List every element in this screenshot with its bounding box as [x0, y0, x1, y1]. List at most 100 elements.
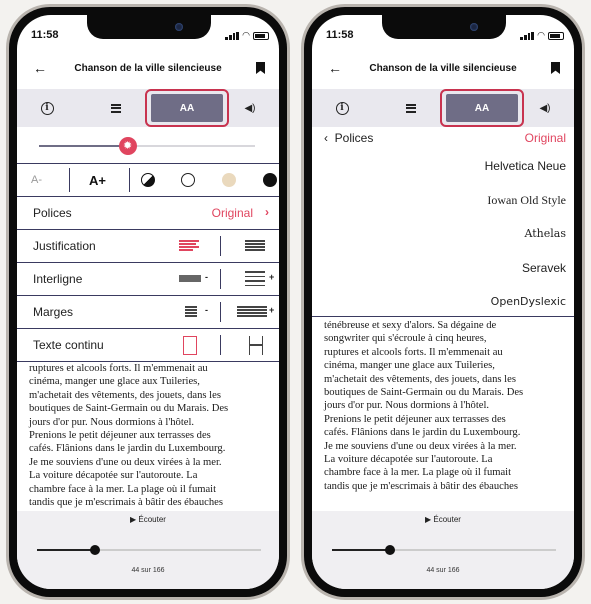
divider	[69, 168, 70, 192]
info-icon: i	[335, 101, 349, 115]
scroll-mode-icon[interactable]	[249, 336, 263, 355]
page-progress-slider[interactable]	[332, 545, 556, 555]
slider-track[interactable]	[39, 145, 255, 147]
bottom-bar: ▶ Écouter 44 sur 166	[17, 511, 279, 589]
listen-button[interactable]: ▶ Écouter	[17, 515, 279, 524]
font-option-seravek[interactable]: Seravek	[522, 261, 566, 275]
toc-button[interactable]	[101, 89, 131, 127]
margins-plus-label[interactable]: +	[269, 305, 274, 315]
text-settings-button[interactable]: AA	[446, 94, 518, 122]
progress-knob[interactable]	[385, 545, 396, 555]
divider	[220, 302, 221, 322]
progress-knob[interactable]	[90, 545, 101, 555]
listen-button[interactable]: ▶ Écouter	[312, 515, 574, 524]
brightness-sun-icon[interactable]: ✹	[118, 137, 137, 155]
theme-sepia-button[interactable]	[222, 173, 236, 187]
fonts-row[interactable]: Polices Original ›	[17, 197, 279, 230]
brightness-slider[interactable]: ✹	[17, 127, 279, 163]
info-button[interactable]: i	[322, 89, 362, 127]
reading-line: tandis que je m'escrimais à bâtir des éb…	[29, 497, 223, 509]
reading-line: cafés. Flânions dans le jardin du Luxemb…	[324, 427, 521, 439]
increase-font-button[interactable]: A+	[89, 173, 106, 188]
font-option-original[interactable]: Original	[525, 131, 566, 145]
back-arrow-icon[interactable]: ←	[328, 55, 342, 81]
justify-left-icon[interactable]	[179, 240, 199, 251]
fonts-back-button[interactable]: ‹ Polices	[324, 131, 373, 145]
back-arrow-icon[interactable]: ←	[33, 55, 47, 81]
margins-minus-label[interactable]: -	[205, 305, 208, 315]
margins-row: Marges - +	[17, 296, 279, 329]
fonts-value: Original	[211, 206, 253, 220]
speaker-icon[interactable]: ◀)	[530, 89, 560, 127]
page-count: 44 sur 166	[131, 567, 165, 574]
font-option-helvetica-neue[interactable]: Helvetica Neue	[485, 159, 566, 173]
text-settings-button[interactable]: AA	[151, 94, 223, 122]
spacing-minus-label[interactable]: -	[205, 272, 208, 282]
reading-line: chambre face à la mer. La plage où il fu…	[324, 467, 512, 479]
bottom-bar: ▶ Écouter 44 sur 166	[312, 511, 574, 589]
divider	[220, 269, 221, 289]
font-option-athelas[interactable]: Athelas	[525, 227, 567, 240]
justification-label: Justification	[33, 239, 96, 253]
reading-line: jours d'or pur. Nous dormions à l'hôtel.	[29, 416, 195, 428]
list-icon	[406, 103, 416, 113]
status-time: 11:58	[31, 29, 59, 41]
justify-full-icon[interactable]	[245, 240, 265, 251]
phone-screen: 11:58 ◠ ← Chanson de la ville silencieus…	[17, 15, 279, 589]
page-mode-icon[interactable]	[183, 336, 197, 355]
signal-icon	[520, 31, 535, 40]
reader-toolbar: i AA ◀)	[17, 89, 279, 127]
slider-fill	[39, 145, 128, 147]
info-icon: i	[40, 101, 54, 115]
reading-line: ruptures et alcools forts. Il m'emmenait…	[324, 346, 503, 358]
reading-line: tandis que je m'escrimais à bâtir des éb…	[324, 480, 518, 492]
line-spacing-label: Interligne	[33, 272, 83, 286]
theme-auto-button[interactable]	[141, 173, 155, 187]
fonts-label: Polices	[33, 206, 72, 220]
font-option-iowan-old-style[interactable]: Iowan Old Style	[487, 193, 566, 208]
fonts-panel-header: ‹ Polices Original	[312, 131, 574, 153]
list-icon	[111, 103, 121, 113]
speaker-icon[interactable]: ◀)	[235, 89, 265, 127]
reading-line: cinéma, manger une glace aux Tuileries,	[324, 360, 495, 372]
spacing-tight-icon[interactable]	[179, 275, 201, 282]
divider	[129, 168, 130, 192]
spacing-loose-icon[interactable]	[245, 271, 265, 287]
camera-icon	[470, 23, 478, 31]
margins-wide-icon[interactable]	[237, 306, 267, 317]
reader-toolbar: i AA ◀)	[312, 89, 574, 127]
reading-line: Je me souviens d'une ou deux virées à la…	[29, 456, 222, 468]
line-spacing-row: Interligne - +	[17, 263, 279, 296]
phone-bezel: 11:58 ◠ ← Chanson de la ville silencieus…	[304, 7, 582, 597]
wifi-icon: ◠	[537, 30, 545, 40]
divider	[220, 335, 221, 355]
page-count: 44 sur 166	[426, 567, 460, 574]
fonts-back-label: Polices	[334, 131, 374, 145]
theme-dark-button[interactable]	[263, 173, 277, 187]
phone-screen: 11:58 ◠ ← Chanson de la ville silencieus…	[312, 15, 574, 589]
decrease-font-button[interactable]: A-	[31, 174, 42, 186]
page-progress-slider[interactable]	[37, 545, 261, 555]
battery-icon	[548, 31, 564, 40]
notch	[87, 15, 211, 39]
reading-line: m'achetait des vêtements, des jouets, da…	[324, 373, 516, 385]
margins-narrow-icon[interactable]	[185, 306, 197, 317]
book-title: Chanson de la ville silencieuse	[74, 62, 222, 74]
toc-button[interactable]	[396, 89, 426, 127]
reading-line: jours d'or pur. Nous dormions à l'hôtel.	[324, 400, 490, 412]
font-option-opendyslexic[interactable]: OpenDyslexic	[491, 295, 566, 308]
status-time: 11:58	[326, 29, 354, 41]
phone-left: 11:58 ◠ ← Chanson de la ville silencieus…	[6, 4, 290, 600]
spacing-plus-label[interactable]: +	[269, 272, 274, 282]
reading-text: ruptures et alcools forts. Il m'emmenait…	[17, 362, 279, 514]
phone-bezel: 11:58 ◠ ← Chanson de la ville silencieus…	[9, 7, 287, 597]
info-button[interactable]: i	[27, 89, 67, 127]
theme-white-button[interactable]	[181, 173, 195, 187]
phone-right: 11:58 ◠ ← Chanson de la ville silencieus…	[301, 4, 585, 600]
progress-fill	[332, 549, 391, 551]
progress-fill	[37, 549, 96, 551]
reading-line: cafés. Flânions dans le jardin du Luxemb…	[29, 443, 226, 455]
status-icons: ◠	[225, 30, 269, 41]
font-size-theme-row: A- A+	[17, 163, 279, 197]
nav-bar: ← Chanson de la ville silencieuse	[312, 55, 574, 81]
